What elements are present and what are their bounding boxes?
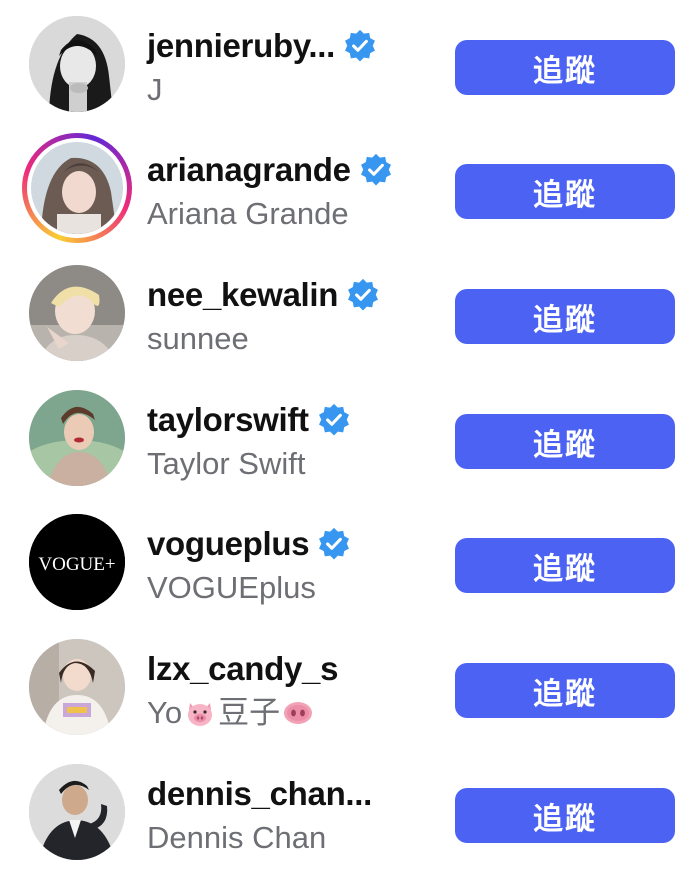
list-item[interactable]: lzx_candy_s Yo 豆子 追蹤 <box>0 623 690 747</box>
avatar[interactable] <box>29 764 125 860</box>
pig-face-icon <box>188 703 213 726</box>
username[interactable]: lzx_candy_s <box>147 650 338 688</box>
follow-button[interactable]: 追蹤 <box>455 788 675 843</box>
full-name: Taylor Swift <box>147 446 306 481</box>
follow-button[interactable]: 追蹤 <box>455 663 675 718</box>
full-name: Ariana Grande <box>147 196 349 231</box>
full-name: Yo 豆子 <box>147 691 437 735</box>
verified-badge-icon <box>319 527 350 560</box>
list-item[interactable]: arianagrande Ariana Grande 追蹤 <box>0 124 690 248</box>
avatar-logo-text: VOGUE+ <box>38 554 115 575</box>
avatar[interactable] <box>29 639 125 735</box>
portrait-photo-icon <box>29 390 125 486</box>
username[interactable]: arianagrande <box>147 151 351 189</box>
list-item[interactable]: nee_kewalin sunnee 追蹤 <box>0 249 690 373</box>
username[interactable]: dennis_chan... <box>147 775 372 813</box>
verified-badge-icon <box>345 29 375 62</box>
follow-button[interactable]: 追蹤 <box>455 164 675 219</box>
list-item[interactable]: taylorswift Taylor Swift 追蹤 <box>0 374 690 498</box>
username[interactable]: vogueplus <box>147 525 310 563</box>
list-item[interactable]: VOGUE+ vogueplus VOGUEplus 追蹤 <box>0 498 690 622</box>
follow-button[interactable]: 追蹤 <box>455 538 675 593</box>
full-name-part: Yo <box>147 695 183 730</box>
verified-badge-icon <box>318 403 349 436</box>
portrait-photo-icon <box>31 142 123 234</box>
avatar[interactable] <box>29 16 125 112</box>
list-item[interactable]: jennieruby... J 追蹤 <box>0 0 690 124</box>
story-ring <box>27 138 127 238</box>
portrait-photo-icon <box>29 639 125 735</box>
follow-button[interactable]: 追蹤 <box>455 414 675 469</box>
username[interactable]: jennieruby... <box>147 27 335 65</box>
list-item[interactable]: dennis_chan... Dennis Chan 追蹤 <box>0 748 690 872</box>
username[interactable]: taylorswift <box>147 401 309 439</box>
follow-button[interactable]: 追蹤 <box>455 40 675 95</box>
portrait-photo-icon <box>29 16 125 112</box>
verified-badge-icon <box>360 153 391 186</box>
username[interactable]: nee_kewalin <box>147 276 338 314</box>
pig-nose-icon <box>284 702 313 724</box>
full-name-part: 豆子 <box>218 695 281 730</box>
avatar[interactable] <box>22 133 132 243</box>
avatar[interactable] <box>29 390 125 486</box>
portrait-photo-icon <box>29 764 125 860</box>
full-name: VOGUEplus <box>147 570 316 605</box>
portrait-photo-icon <box>29 265 125 361</box>
full-name: sunnee <box>147 321 249 356</box>
avatar[interactable]: VOGUE+ <box>29 514 125 610</box>
full-name: Dennis Chan <box>147 820 327 855</box>
full-name: J <box>147 72 163 107</box>
vogue-logo-icon: VOGUE+ <box>29 514 125 610</box>
verified-badge-icon <box>348 278 379 311</box>
avatar[interactable] <box>29 265 125 361</box>
follow-button[interactable]: 追蹤 <box>455 289 675 344</box>
